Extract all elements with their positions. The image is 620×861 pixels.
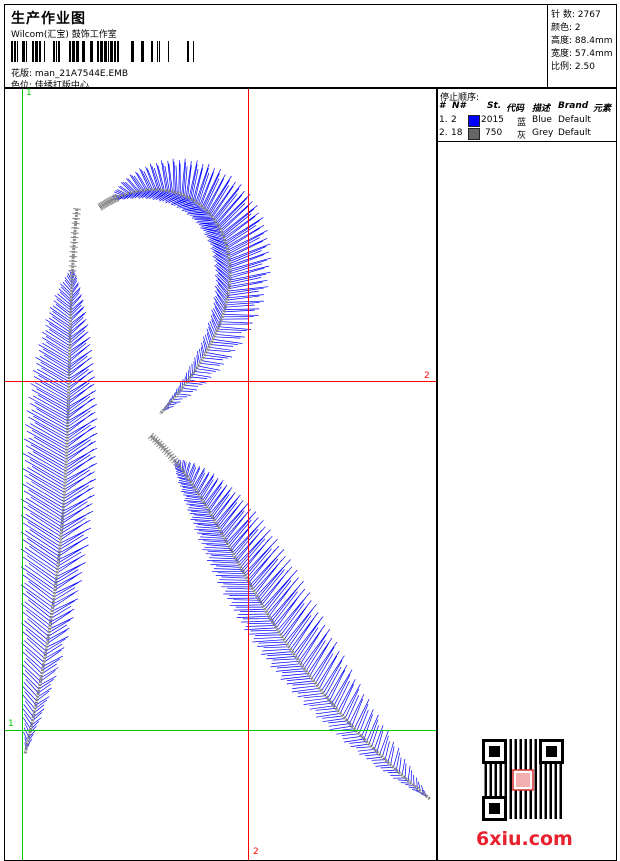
- stat-height: 高度: 88.4mm: [551, 36, 613, 46]
- guide-label-left: 1: [8, 719, 14, 729]
- legend-row: 2. 18 750 灰 Grey Default: [439, 128, 591, 141]
- swatch-blue: [468, 115, 480, 127]
- stats-divider: [547, 5, 548, 87]
- legend-col-element: 元素: [593, 104, 612, 114]
- legend-col-n: N#: [452, 101, 466, 111]
- swatch-grey: [468, 128, 480, 140]
- guide-label-bottom: 2: [253, 847, 259, 857]
- legend-col-brand: Brand: [558, 101, 589, 111]
- guide-red-vertical: [248, 89, 249, 860]
- embroidery-artwork: [20, 158, 431, 801]
- header-panel: 生产作业图 Wilcom(汇宝) 鼓饰工作室 花版: man_21A7544E.…: [4, 4, 617, 91]
- guide-green-horizontal: [5, 730, 437, 731]
- stat-colors: 颜色: 2: [551, 23, 581, 33]
- legend-col-idx: #: [439, 101, 446, 111]
- barcode: [11, 41, 194, 62]
- legend-col-code: 代码: [506, 104, 525, 114]
- qr-code: [482, 739, 564, 821]
- feather-right: [147, 432, 431, 801]
- feather-curved: [97, 158, 272, 416]
- guide-label-right: 2: [424, 371, 430, 381]
- guide-label-top: 1: [26, 88, 32, 98]
- watermark-logo: 6xiu.com: [476, 828, 573, 850]
- legend-divider: [437, 141, 616, 142]
- stat-stitches: 针 数: 2767: [551, 10, 601, 20]
- company-name: Wilcom(汇宝) 鼓饰工作室: [11, 30, 117, 40]
- guide-red-horizontal: [5, 381, 437, 382]
- legend-row: 1. 2 2015 蓝 Blue Default: [439, 115, 591, 128]
- legend-col-st: St.: [487, 101, 502, 111]
- feather-left: [20, 208, 98, 755]
- stat-scale: 比例: 2.50: [551, 62, 595, 72]
- legend-col-desc: 描述: [532, 104, 551, 114]
- design-canvas: 1 1 2 2: [4, 88, 438, 861]
- stat-width: 宽度: 57.4mm: [551, 49, 613, 59]
- page-title: 生产作业图: [11, 11, 86, 27]
- guide-green-vertical: [22, 89, 23, 860]
